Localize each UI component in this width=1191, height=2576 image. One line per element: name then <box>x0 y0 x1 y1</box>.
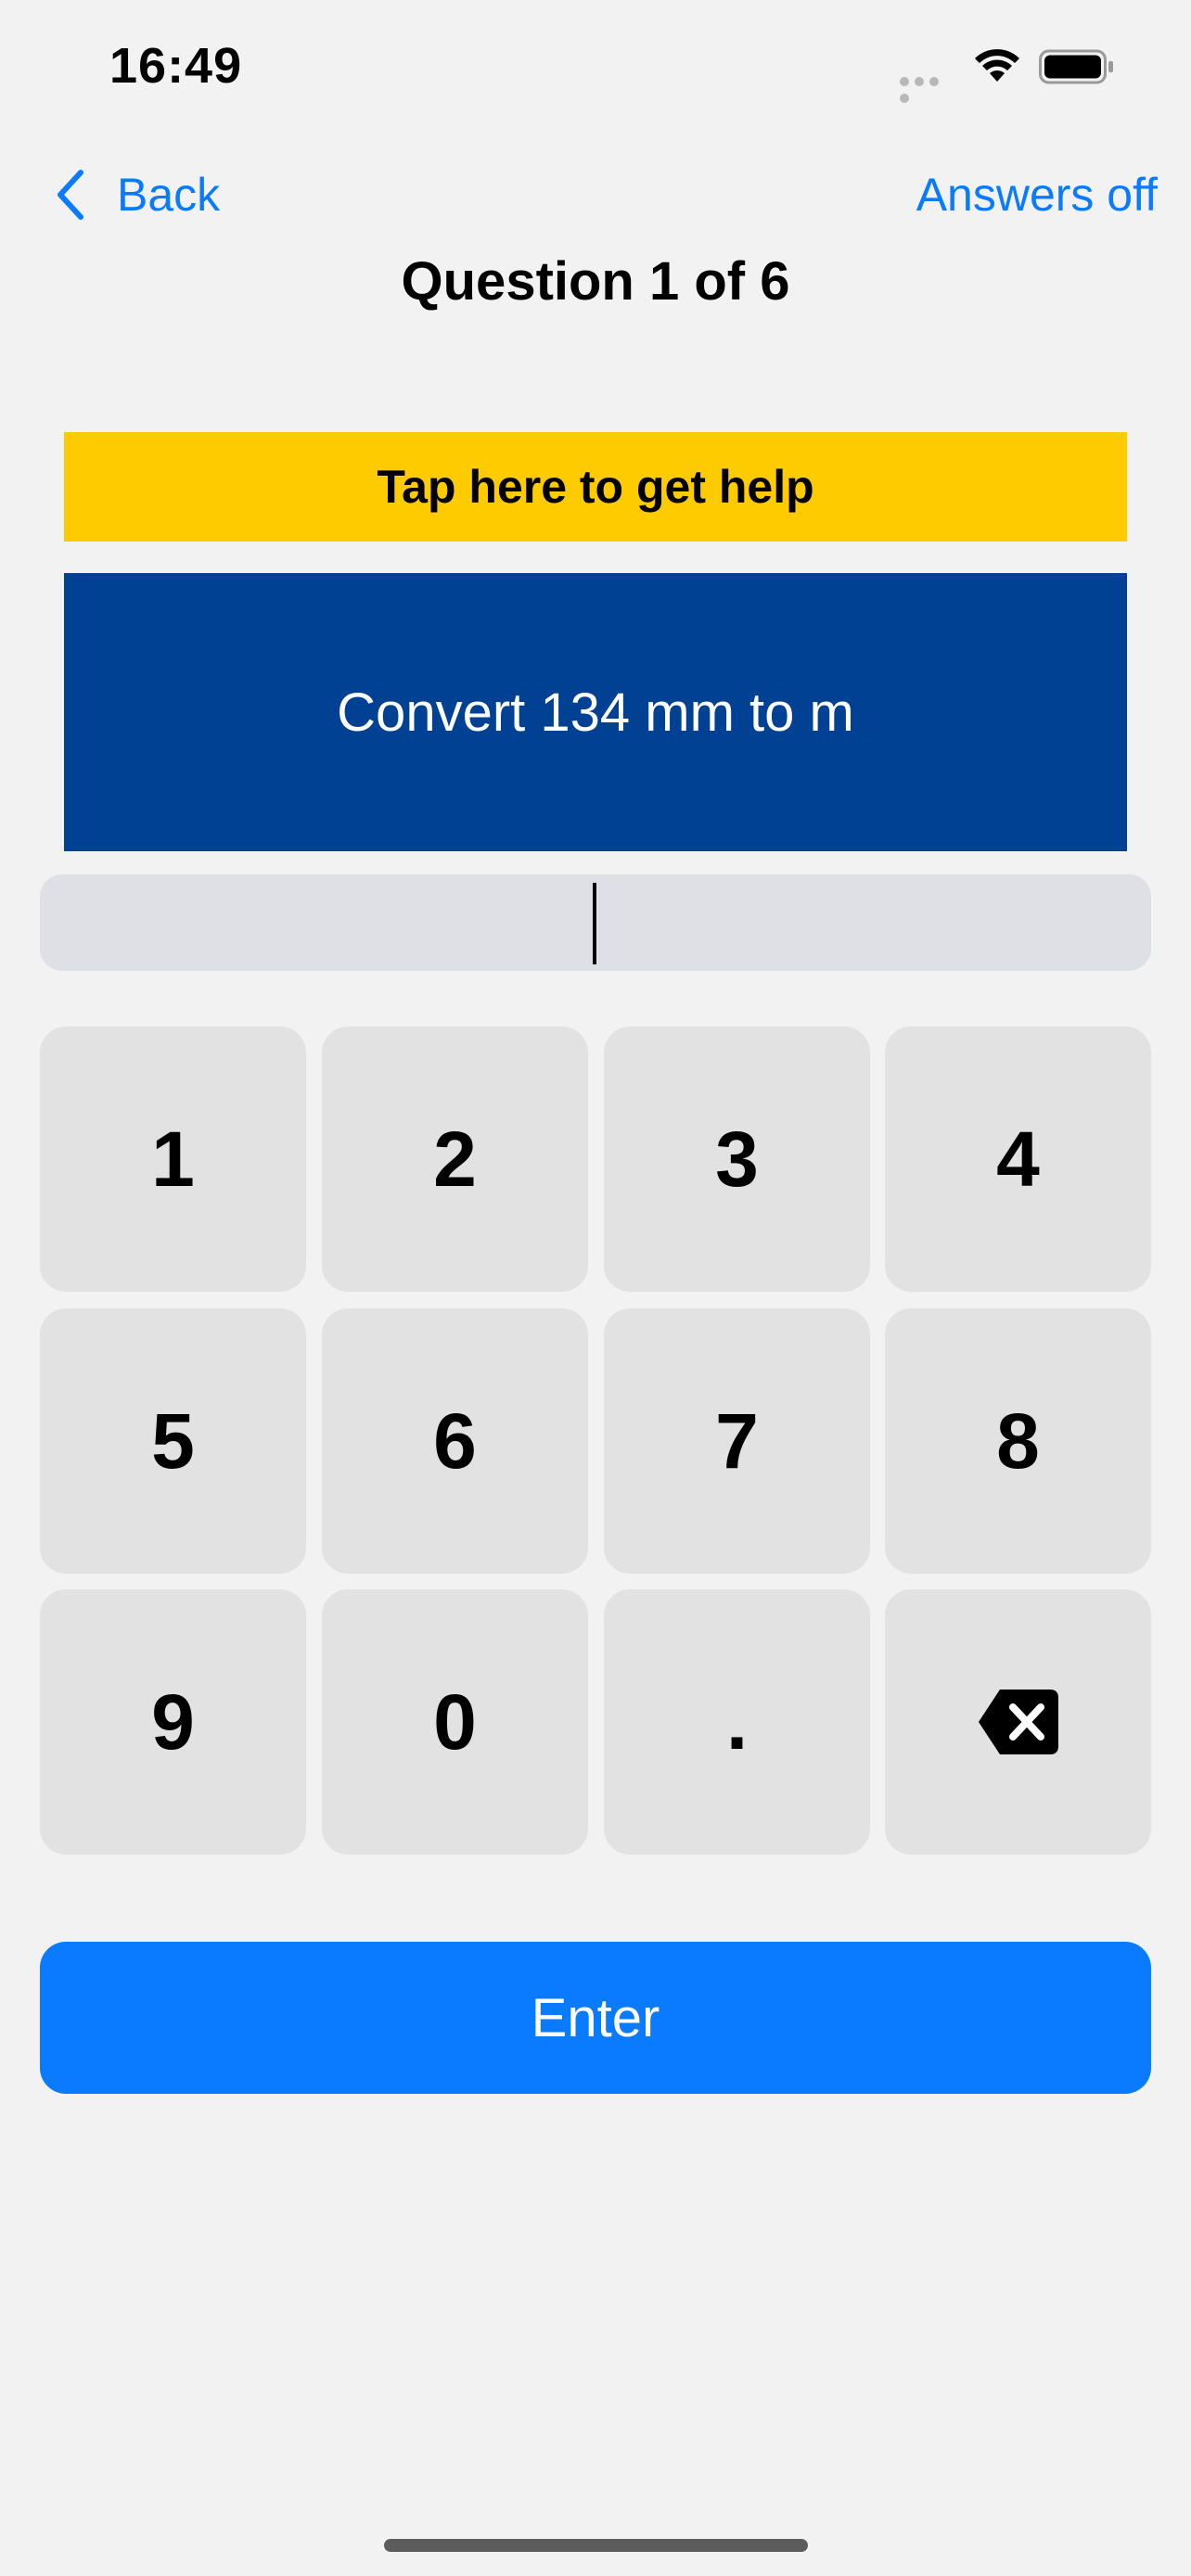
text-cursor <box>593 883 596 964</box>
key-3[interactable]: 3 <box>604 1027 870 1292</box>
chevron-left-icon <box>58 170 83 220</box>
question-text: Convert 134 mm to m <box>64 573 1127 851</box>
key-0[interactable]: 0 <box>322 1589 588 1855</box>
key-2[interactable]: 2 <box>322 1027 588 1292</box>
delete-key[interactable] <box>885 1589 1151 1855</box>
key-1[interactable]: 1 <box>40 1027 306 1292</box>
key-6[interactable]: 6 <box>322 1308 588 1574</box>
home-indicator[interactable] <box>384 2539 808 2552</box>
delete-backspace-icon <box>978 1690 1058 1754</box>
back-button[interactable]: Back <box>54 162 220 227</box>
back-label: Back <box>117 169 221 221</box>
key-7[interactable]: 7 <box>604 1308 870 1574</box>
key-5[interactable]: 5 <box>40 1308 306 1574</box>
help-button[interactable]: Tap here to get help <box>64 432 1127 542</box>
status-time: 16:49 <box>109 38 243 94</box>
key-8[interactable]: 8 <box>885 1308 1151 1574</box>
battery-icon <box>1039 49 1113 84</box>
wifi-icon <box>975 49 1019 82</box>
answers-toggle-button[interactable]: Answers off <box>916 162 1158 227</box>
key-9[interactable]: 9 <box>40 1589 306 1855</box>
key-decimal[interactable]: . <box>604 1589 870 1855</box>
enter-button[interactable]: Enter <box>40 1942 1151 2094</box>
cellular-signal-icon <box>900 74 957 103</box>
page-title: Question 1 of 6 <box>401 251 790 312</box>
key-4[interactable]: 4 <box>885 1027 1151 1292</box>
